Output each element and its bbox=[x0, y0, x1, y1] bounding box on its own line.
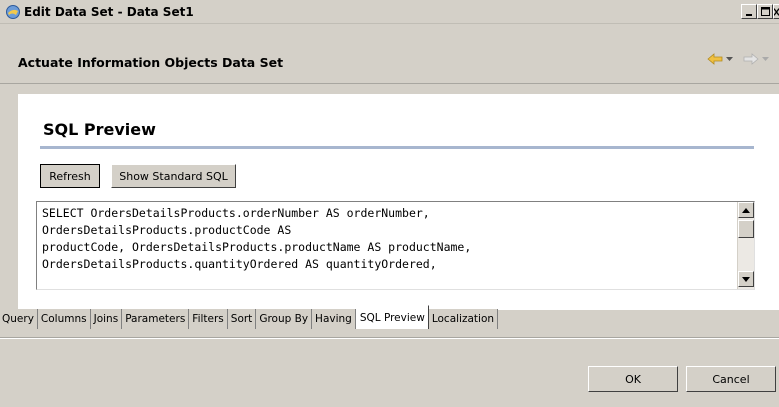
tab-localization[interactable]: Localization bbox=[428, 309, 499, 329]
scroll-up-icon bbox=[742, 207, 750, 213]
panel-title-rule bbox=[40, 146, 754, 149]
scroll-up-button[interactable] bbox=[738, 202, 754, 218]
show-standard-sql-button[interactable]: Show Standard SQL bbox=[111, 164, 236, 188]
app-icon bbox=[6, 5, 20, 19]
tab-filters[interactable]: Filters bbox=[189, 309, 228, 329]
sql-line: SELECT OrdersDetailsProducts.orderNumber… bbox=[42, 206, 430, 220]
minimize-button[interactable] bbox=[741, 4, 757, 19]
sql-preview-panel: SQL Preview Refresh Show Standard SQL SE… bbox=[18, 94, 779, 310]
sql-line: productCode, OrdersDetailsProducts.produ… bbox=[42, 240, 472, 254]
edit-data-set-dialog: Edit Data Set - Data Set1 Actuate Inform… bbox=[0, 0, 779, 407]
refresh-button[interactable]: Refresh bbox=[40, 164, 100, 188]
ok-button[interactable]: OK bbox=[588, 366, 678, 392]
sql-text-area[interactable]: SELECT OrdersDetailsProducts.orderNumber… bbox=[36, 201, 755, 290]
cancel-button[interactable]: Cancel bbox=[686, 366, 776, 392]
forward-dropdown-icon[interactable] bbox=[762, 56, 769, 62]
scroll-thumb[interactable] bbox=[738, 220, 754, 238]
maximize-button[interactable] bbox=[757, 4, 773, 19]
window-title: Edit Data Set - Data Set1 bbox=[24, 5, 194, 19]
tab-bar: Query Columns Joins Parameters Filters S… bbox=[0, 305, 779, 329]
sql-line: OrdersDetailsProducts.productCode AS bbox=[42, 223, 292, 237]
tab-joins[interactable]: Joins bbox=[90, 309, 123, 329]
tab-parameters[interactable]: Parameters bbox=[122, 309, 190, 329]
footer-divider-highlight bbox=[0, 338, 779, 339]
close-button[interactable] bbox=[773, 4, 779, 19]
panel-title: SQL Preview bbox=[43, 120, 156, 139]
forward-arrow-icon[interactable] bbox=[743, 53, 759, 65]
close-icon bbox=[774, 7, 779, 16]
minimize-icon bbox=[746, 13, 752, 16]
sql-line: OrdersDetailsProducts.quantityOrdered AS… bbox=[42, 257, 437, 271]
tab-columns[interactable]: Columns bbox=[37, 309, 91, 329]
tab-having[interactable]: Having bbox=[312, 309, 356, 329]
tab-group-by[interactable]: Group By bbox=[256, 309, 313, 329]
vertical-scrollbar[interactable] bbox=[737, 202, 754, 289]
sql-text: SELECT OrdersDetailsProducts.orderNumber… bbox=[42, 205, 722, 287]
nav-arrows bbox=[707, 53, 769, 65]
tab-query[interactable]: Query bbox=[0, 309, 38, 329]
title-bar[interactable]: Edit Data Set - Data Set1 bbox=[0, 0, 779, 24]
tab-sort[interactable]: Sort bbox=[227, 309, 257, 329]
back-arrow-icon[interactable] bbox=[707, 53, 723, 65]
scroll-down-icon bbox=[742, 276, 750, 282]
header-title: Actuate Information Objects Data Set bbox=[18, 55, 284, 70]
scroll-down-button[interactable] bbox=[738, 271, 754, 287]
back-dropdown-icon[interactable] bbox=[726, 56, 733, 62]
dialog-header: Actuate Information Objects Data Set bbox=[0, 24, 779, 84]
tab-sql-preview[interactable]: SQL Preview bbox=[355, 305, 429, 329]
maximize-icon bbox=[760, 7, 770, 16]
